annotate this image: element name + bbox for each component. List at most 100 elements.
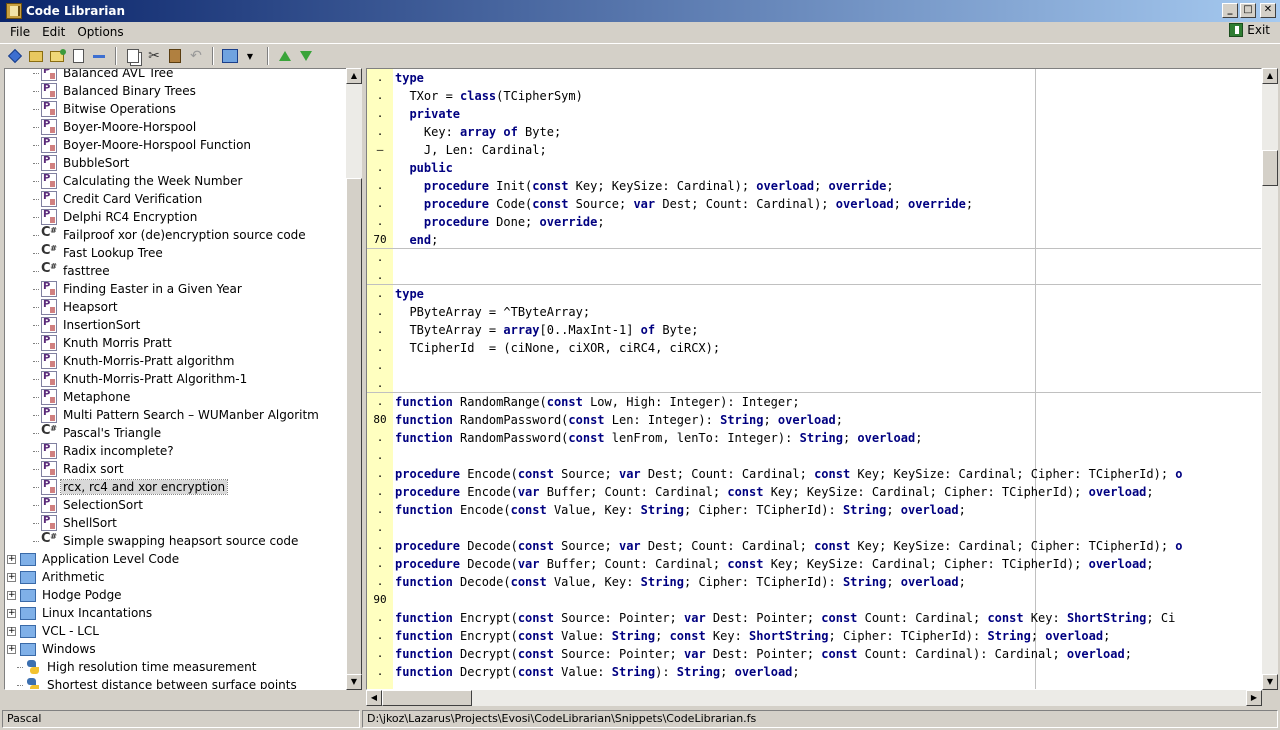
tree-item[interactable]: Knuth-Morris-Pratt algorithm: [5, 352, 347, 370]
tree-item[interactable]: Calculating the Week Number: [5, 172, 347, 190]
code-line[interactable]: . function Encrypt(const Value: String; c…: [367, 627, 1261, 645]
copy-button[interactable]: [124, 47, 142, 65]
tree-item[interactable]: Balanced Binary Trees: [5, 82, 347, 100]
code-line[interactable]: . TXor = class(TCipherSym): [367, 87, 1261, 105]
code-line[interactable]: . TByteArray = array[0..MaxInt-1] of Byt…: [367, 321, 1261, 339]
layout-button[interactable]: [221, 47, 239, 65]
scroll-up-arrow-icon[interactable]: ▲: [346, 68, 362, 84]
tree-item[interactable]: + Application Level Code: [5, 550, 347, 568]
tree-item[interactable]: + Hodge Podge: [5, 586, 347, 604]
new-document-button[interactable]: [69, 47, 87, 65]
tree-item[interactable]: Multi Pattern Search – WUManber Algoritm: [5, 406, 347, 424]
expand-plus-icon[interactable]: +: [7, 644, 16, 654]
tree-item[interactable]: Delphi RC4 Encryption: [5, 208, 347, 226]
code-line[interactable]: .: [367, 375, 1261, 393]
code-line[interactable]: . TCipherId = (ciNone, ciXOR, ciRC4, ciR…: [367, 339, 1261, 357]
code-line[interactable]: 90: [367, 591, 1261, 609]
tree-item[interactable]: + Linux Incantations: [5, 604, 347, 622]
scroll-down-arrow-icon[interactable]: ▼: [346, 674, 362, 690]
expand-plus-icon[interactable]: +: [7, 590, 16, 600]
undo-button[interactable]: ↶: [187, 47, 205, 65]
editor-hscroll-thumb[interactable]: [382, 690, 472, 706]
code-line[interactable]: 70 end;: [367, 231, 1261, 249]
menu-options[interactable]: Options: [71, 25, 129, 39]
code-line[interactable]: . function RandomPassword(const lenFrom, …: [367, 429, 1261, 447]
code-line[interactable]: . function Decrypt(const Source: Pointer;…: [367, 645, 1261, 663]
tree-item[interactable]: Metaphone: [5, 388, 347, 406]
code-line[interactable]: . procedure Done; override;: [367, 213, 1261, 231]
tree-item[interactable]: Pascal's Triangle: [5, 423, 347, 442]
editor-vertical-scrollbar[interactable]: ▲ ▼: [1262, 68, 1278, 690]
move-down-button[interactable]: [297, 47, 315, 65]
code-line[interactable]: . procedure Decode(const Source; var Dest…: [367, 537, 1261, 555]
tree-item[interactable]: Finding Easter in a Given Year: [5, 280, 347, 298]
scroll-left-arrow-icon[interactable]: ◀: [366, 690, 382, 706]
tree-item[interactable]: SelectionSort: [5, 496, 347, 514]
code-line[interactable]: .: [367, 447, 1261, 465]
code-line[interactable]: .: [367, 249, 1261, 267]
tree-item[interactable]: Shortest distance between surface points: [5, 676, 347, 689]
layout-dropdown[interactable]: ▼: [242, 47, 260, 65]
tree-item[interactable]: Credit Card Verification: [5, 190, 347, 208]
tree-scroll-thumb[interactable]: [346, 178, 362, 678]
tree-item[interactable]: + Windows: [5, 640, 347, 658]
code-line[interactable]: . function Decode(const Value, Key: Strin…: [367, 573, 1261, 591]
snippet-tree[interactable]: Balanced AVL Tree Balanced Binary Trees Bi…: [4, 68, 362, 690]
code-line[interactable]: . PByteArray = ^TByteArray;: [367, 303, 1261, 321]
code-line[interactable]: 80 function RandomPassword(const Len: Int…: [367, 411, 1261, 429]
tree-item[interactable]: Knuth Morris Pratt: [5, 334, 347, 352]
title-bar[interactable]: Code Librarian _ □ ✕: [0, 0, 1280, 22]
delete-button[interactable]: [90, 47, 108, 65]
tree-item[interactable]: Bitwise Operations: [5, 100, 347, 118]
code-line[interactable]: . function Decrypt(const Value: String): …: [367, 663, 1261, 681]
code-line[interactable]: . function RandomRange(const Low, High: I…: [367, 393, 1261, 411]
tree-item[interactable]: InsertionSort: [5, 316, 347, 334]
tree-item[interactable]: Failproof xor (de)encryption source code: [5, 225, 347, 244]
minimize-button[interactable]: _: [1222, 3, 1238, 18]
cut-button[interactable]: ✂: [145, 47, 163, 65]
move-up-button[interactable]: [276, 47, 294, 65]
menu-edit[interactable]: Edit: [36, 25, 71, 39]
close-button[interactable]: ✕: [1260, 3, 1276, 18]
tree-item[interactable]: Boyer-Moore-Horspool: [5, 118, 347, 136]
code-line[interactable]: . function Encrypt(const Source: Pointer;…: [367, 609, 1261, 627]
new-folder-button[interactable]: [27, 47, 45, 65]
expand-plus-icon[interactable]: +: [7, 626, 16, 636]
expand-plus-icon[interactable]: +: [7, 608, 16, 618]
expand-plus-icon[interactable]: +: [7, 572, 16, 582]
code-line[interactable]: . Key: array of Byte;: [367, 123, 1261, 141]
code-editor[interactable]: . type. TXor = class(TCipherSym). private…: [366, 68, 1262, 690]
code-line[interactable]: . function Encode(const Value, Key: Strin…: [367, 501, 1261, 519]
maximize-button[interactable]: □: [1240, 3, 1256, 18]
new-snippet-button[interactable]: [6, 47, 24, 65]
expand-plus-icon[interactable]: +: [7, 554, 16, 564]
scroll-up-arrow-icon[interactable]: ▲: [1262, 68, 1278, 84]
tree-item[interactable]: High resolution time measurement: [5, 658, 347, 676]
code-line[interactable]: .: [367, 357, 1261, 375]
code-line[interactable]: . procedure Decode(var Buffer; Count: Car…: [367, 555, 1261, 573]
tree-item[interactable]: Fast Lookup Tree: [5, 243, 347, 262]
tree-item[interactable]: Simple swapping heapsort source code: [5, 531, 347, 550]
tree-item[interactable]: Heapsort: [5, 298, 347, 316]
tree-scrollbar[interactable]: ▲ ▼: [346, 68, 362, 690]
code-line[interactable]: . type: [367, 69, 1261, 87]
code-line[interactable]: .: [367, 519, 1261, 537]
tree-item[interactable]: Balanced AVL Tree: [5, 69, 347, 82]
scroll-down-arrow-icon[interactable]: ▼: [1262, 674, 1278, 690]
code-line[interactable]: . procedure Code(const Source; var Dest;…: [367, 195, 1261, 213]
paste-button[interactable]: [166, 47, 184, 65]
code-line[interactable]: . type: [367, 285, 1261, 303]
tree-item[interactable]: Radix incomplete?: [5, 442, 347, 460]
code-line[interactable]: . procedure Encode(var Buffer; Count: Car…: [367, 483, 1261, 501]
tree-item[interactable]: BubbleSort: [5, 154, 347, 172]
code-line[interactable]: – J, Len: Cardinal;: [367, 141, 1261, 159]
exit-button[interactable]: Exit: [1229, 23, 1270, 37]
menu-file[interactable]: File: [4, 25, 36, 39]
code-line[interactable]: . procedure Encode(const Source; var Dest…: [367, 465, 1261, 483]
tree-item[interactable]: Radix sort: [5, 460, 347, 478]
code-line[interactable]: .: [367, 267, 1261, 285]
tree-item[interactable]: + Arithmetic: [5, 568, 347, 586]
tree-item[interactable]: ShellSort: [5, 514, 347, 532]
tree-item[interactable]: Knuth-Morris-Pratt Algorithm-1: [5, 370, 347, 388]
scroll-right-arrow-icon[interactable]: ▶: [1246, 690, 1262, 706]
